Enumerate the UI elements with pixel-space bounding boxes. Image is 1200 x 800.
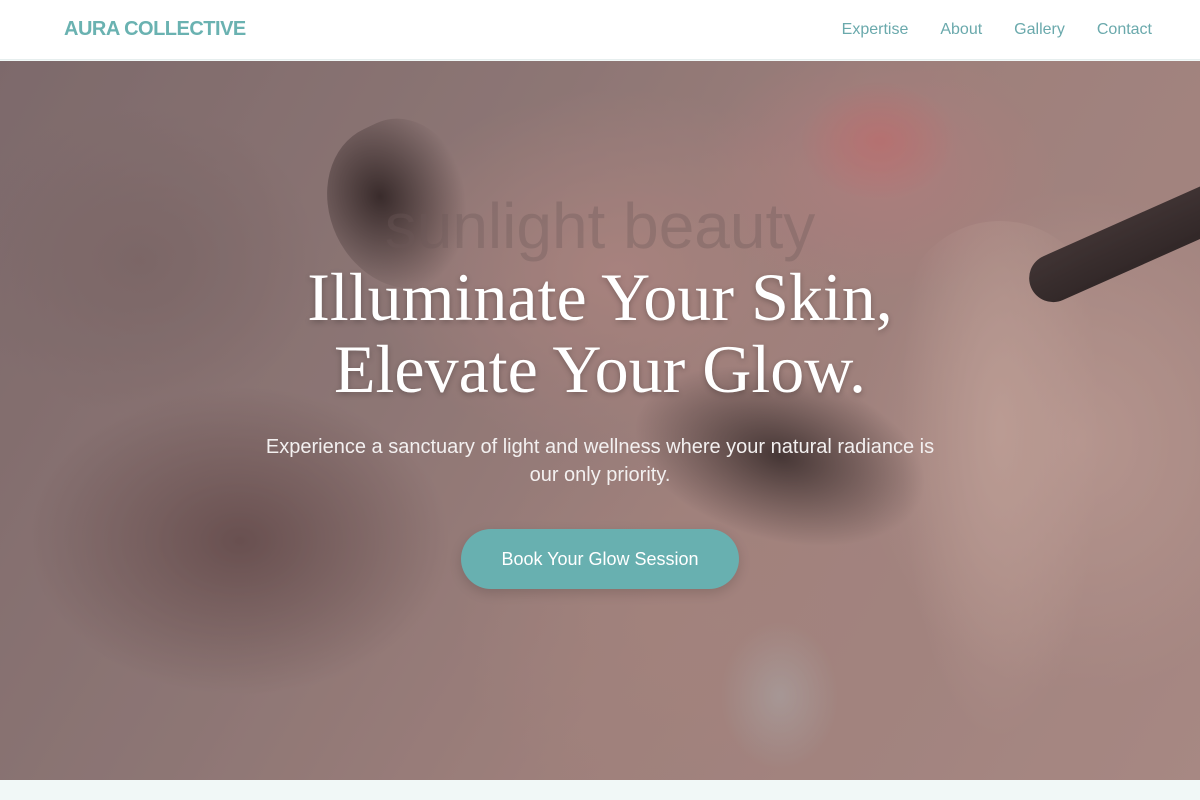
top-navbar: AURA COLLECTIVE Expertise About Gallery … [0, 0, 1200, 60]
hero-title: Illuminate Your Skin, Elevate Your Glow. [200, 261, 1000, 405]
next-section-strip [0, 780, 1200, 800]
nav-link-gallery[interactable]: Gallery [1014, 21, 1065, 39]
nav-link-contact[interactable]: Contact [1097, 21, 1152, 39]
hero-section: sunlight beauty Illuminate Your Skin, El… [0, 61, 1200, 780]
nav-link-expertise[interactable]: Expertise [842, 21, 909, 39]
hero-content: Illuminate Your Skin, Elevate Your Glow.… [0, 261, 1200, 589]
hero-title-line-1: Illuminate Your Skin, [307, 259, 893, 335]
brand-logo[interactable]: AURA COLLECTIVE [64, 18, 246, 41]
nav-menu: Expertise About Gallery Contact [842, 21, 1152, 39]
hero-title-line-2: Elevate Your Glow. [334, 331, 866, 407]
nav-link-about[interactable]: About [940, 21, 982, 39]
hero-watermark: sunlight beauty [384, 190, 816, 262]
hero-subtitle: Experience a sanctuary of light and well… [265, 436, 935, 486]
book-session-button[interactable]: Book Your Glow Session [461, 529, 739, 589]
